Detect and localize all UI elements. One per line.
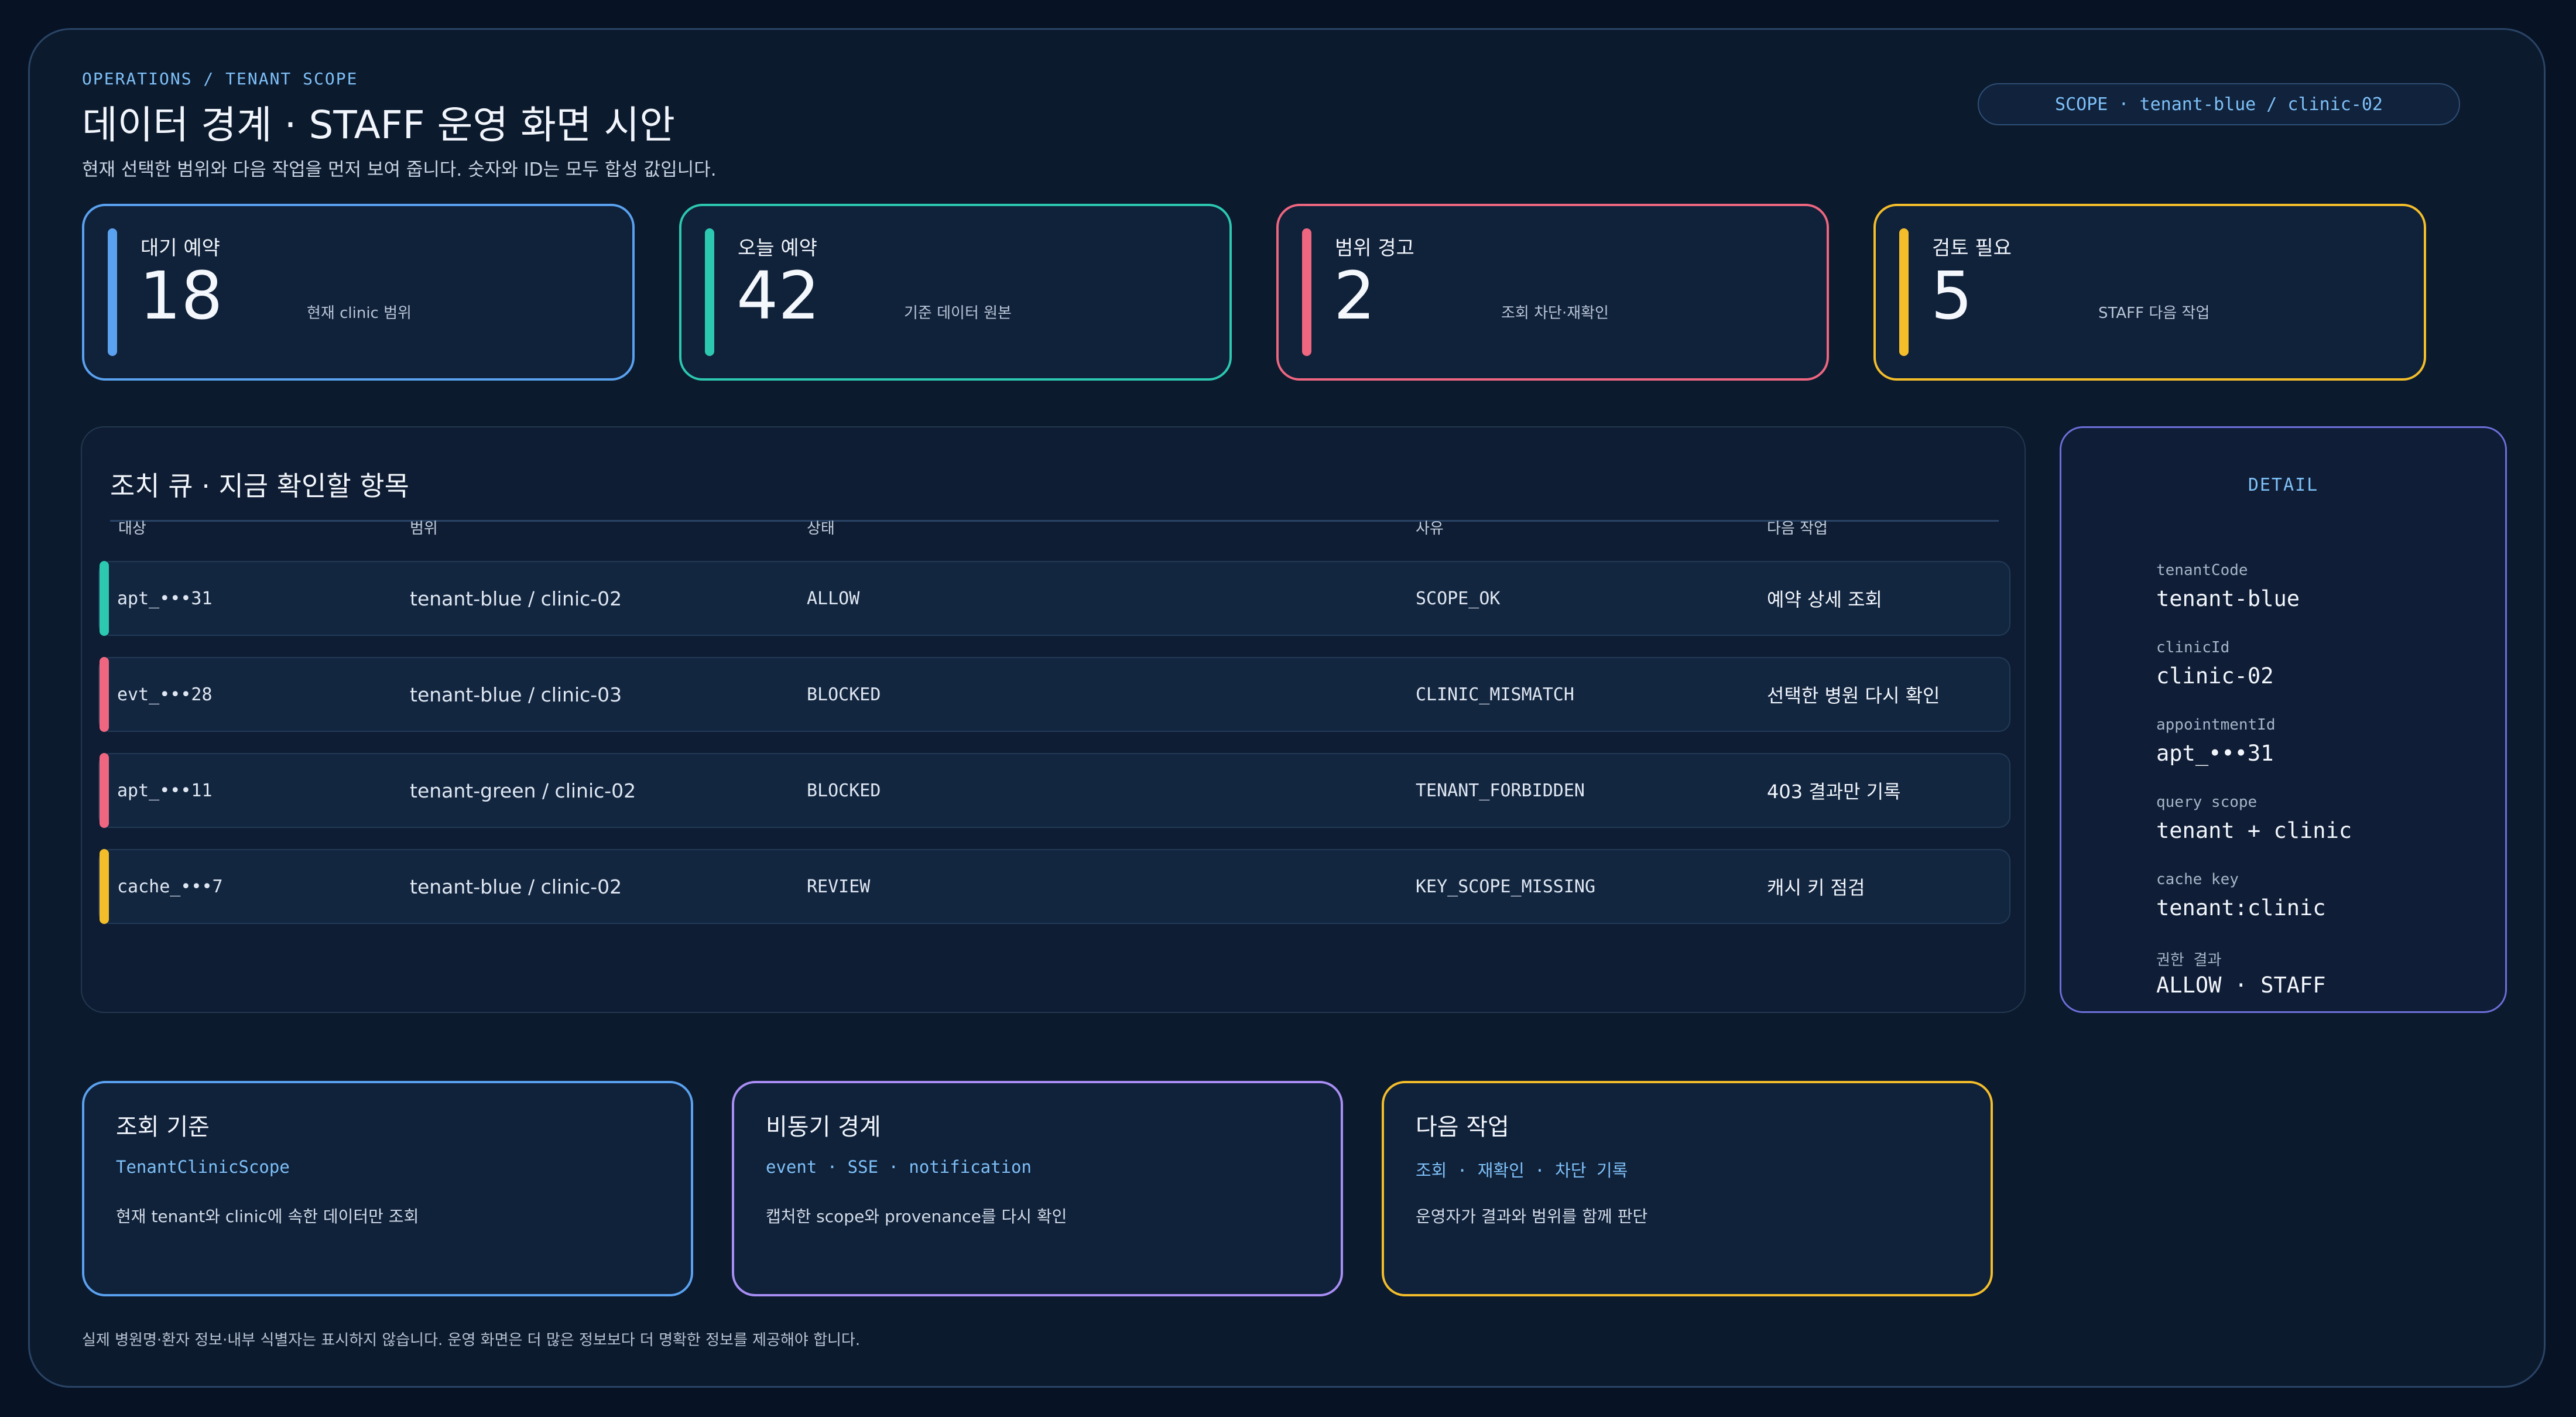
row-reason: CLINIC_MISMATCH bbox=[1416, 684, 1574, 705]
row-next-action[interactable]: 캐시 키 점검 bbox=[1767, 850, 1865, 923]
row-target: apt_•••31 bbox=[117, 588, 213, 609]
row-reason: KEY_SCOPE_MISSING bbox=[1416, 876, 1596, 897]
detail-key: 권한 결과 bbox=[2156, 951, 2222, 969]
stat-card-today[interactable]: 오늘 예약 42 기준 데이터 원본 bbox=[679, 204, 1232, 381]
detail-value: tenant + clinic bbox=[2156, 818, 2352, 843]
detail-key: query scope bbox=[2156, 793, 2258, 811]
row-scope: tenant-green / clinic-02 bbox=[410, 779, 636, 802]
info-card-desc: 현재 tenant와 clinic에 속한 데이터만 조회 bbox=[116, 1207, 419, 1226]
detail-value: apt_•••31 bbox=[2156, 741, 2274, 766]
divider bbox=[110, 520, 1999, 522]
detail-value: ALLOW · STAFF bbox=[2156, 973, 2326, 998]
breadcrumb: OPERATIONS / TENANT SCOPE bbox=[82, 69, 358, 88]
stat-label: 검토 필요 bbox=[1932, 237, 2012, 260]
detail-panel: DETAIL tenantCode tenant-blue clinicId c… bbox=[2060, 426, 2507, 1013]
column-header-status: 상태 bbox=[807, 520, 835, 538]
row-scope: tenant-blue / clinic-02 bbox=[410, 875, 622, 898]
stat-value: 18 bbox=[139, 258, 223, 334]
row-status-accent bbox=[100, 849, 109, 924]
info-card-title: 조회 기준 bbox=[116, 1114, 210, 1141]
info-card-title: 비동기 경계 bbox=[766, 1114, 881, 1141]
stat-note: 기준 데이터 원본 bbox=[904, 304, 1012, 322]
stat-label: 대기 예약 bbox=[141, 237, 220, 260]
queue-title: 조치 큐 · 지금 확인할 항목 bbox=[110, 470, 409, 502]
row-reason: SCOPE_OK bbox=[1416, 588, 1501, 609]
footer-note: 실제 병원명·환자 정보·내부 식별자는 표시하지 않습니다. 운영 화면은 더… bbox=[82, 1332, 861, 1349]
row-status-accent bbox=[100, 561, 109, 636]
info-card-next-steps: 다음 작업 조회 · 재확인 · 차단 기록 운영자가 결과와 범위를 함께 판… bbox=[1382, 1081, 1993, 1296]
info-card-query-basis: 조회 기준 TenantClinicScope 현재 tenant와 clini… bbox=[82, 1081, 693, 1296]
info-card-tag: 조회 · 재확인 · 차단 기록 bbox=[1416, 1161, 1628, 1180]
info-card-title: 다음 작업 bbox=[1416, 1114, 1509, 1141]
info-card-tag: TenantClinicScope bbox=[116, 1157, 290, 1177]
row-status-accent bbox=[100, 657, 109, 732]
detail-key: tenantCode bbox=[2156, 562, 2248, 579]
stat-label: 오늘 예약 bbox=[738, 237, 817, 260]
stat-accent-bar bbox=[705, 228, 714, 356]
column-header-reason: 사유 bbox=[1416, 520, 1444, 538]
info-card-tag: event · SSE · notification bbox=[766, 1157, 1032, 1177]
stat-value: 2 bbox=[1334, 258, 1376, 334]
row-next-action[interactable]: 403 결과만 기록 bbox=[1767, 754, 1901, 827]
stat-accent-bar bbox=[1899, 228, 1909, 356]
stat-card-review[interactable]: 검토 필요 5 STAFF 다음 작업 bbox=[1873, 204, 2426, 381]
stat-accent-bar bbox=[108, 228, 117, 356]
info-card-desc: 운영자가 결과와 범위를 함께 판단 bbox=[1416, 1207, 1648, 1226]
row-target: evt_•••28 bbox=[117, 684, 213, 705]
table-row[interactable]: evt_•••28 tenant-blue / clinic-03 BLOCKE… bbox=[98, 657, 2010, 732]
row-status: BLOCKED bbox=[807, 780, 881, 801]
page-title: 데이터 경계 · STAFF 운영 화면 시안 bbox=[82, 102, 675, 148]
stat-note: STAFF 다음 작업 bbox=[2098, 304, 2210, 322]
info-card-async-boundary: 비동기 경계 event · SSE · notification 캡처한 sc… bbox=[732, 1081, 1343, 1296]
row-target: apt_•••11 bbox=[117, 780, 213, 801]
info-card-desc: 캡처한 scope와 provenance를 다시 확인 bbox=[766, 1207, 1067, 1226]
row-status: BLOCKED bbox=[807, 684, 881, 705]
stat-label: 범위 경고 bbox=[1335, 237, 1414, 260]
row-reason: TENANT_FORBIDDEN bbox=[1416, 780, 1585, 801]
action-queue-panel: 조치 큐 · 지금 확인할 항목 대상 범위 상태 사유 다음 작업 apt_•… bbox=[81, 426, 2026, 1013]
row-status: REVIEW bbox=[807, 876, 871, 897]
column-header-next-action: 다음 작업 bbox=[1767, 520, 1828, 538]
row-status-accent bbox=[100, 753, 109, 828]
detail-value: tenant:clinic bbox=[2156, 895, 2326, 920]
detail-value: clinic-02 bbox=[2156, 663, 2274, 689]
row-status: ALLOW bbox=[807, 588, 860, 609]
scope-badge[interactable]: SCOPE · tenant-blue / clinic-02 bbox=[1978, 83, 2460, 125]
stat-value: 5 bbox=[1931, 258, 1973, 334]
detail-title: DETAIL bbox=[2248, 475, 2319, 495]
detail-key: clinicId bbox=[2156, 639, 2230, 656]
row-next-action[interactable]: 선택한 병원 다시 확인 bbox=[1767, 658, 1940, 731]
row-target: cache_•••7 bbox=[117, 876, 223, 897]
detail-key: cache key bbox=[2156, 871, 2239, 888]
column-header-target: 대상 bbox=[118, 520, 146, 538]
row-next-action[interactable]: 예약 상세 조회 bbox=[1767, 562, 1882, 635]
stat-card-pending[interactable]: 대기 예약 18 현재 clinic 범위 bbox=[82, 204, 635, 381]
page-subtitle: 현재 선택한 범위와 다음 작업을 먼저 보여 줍니다. 숫자와 ID는 모두 … bbox=[82, 159, 717, 180]
stat-accent-bar bbox=[1302, 228, 1311, 356]
table-row[interactable]: cache_•••7 tenant-blue / clinic-02 REVIE… bbox=[98, 849, 2010, 924]
detail-key: appointmentId bbox=[2156, 716, 2276, 734]
stat-value: 42 bbox=[737, 258, 820, 334]
stat-note: 현재 clinic 범위 bbox=[307, 304, 412, 322]
row-scope: tenant-blue / clinic-02 bbox=[410, 587, 622, 610]
table-row[interactable]: apt_•••11 tenant-green / clinic-02 BLOCK… bbox=[98, 753, 2010, 828]
stat-card-scope-warning[interactable]: 범위 경고 2 조회 차단·재확인 bbox=[1276, 204, 1829, 381]
detail-value: tenant-blue bbox=[2156, 586, 2300, 611]
row-scope: tenant-blue / clinic-03 bbox=[410, 683, 622, 706]
table-row[interactable]: apt_•••31 tenant-blue / clinic-02 ALLOW … bbox=[98, 561, 2010, 636]
stat-note: 조회 차단·재확인 bbox=[1501, 304, 1609, 322]
column-header-scope: 범위 bbox=[410, 520, 438, 538]
